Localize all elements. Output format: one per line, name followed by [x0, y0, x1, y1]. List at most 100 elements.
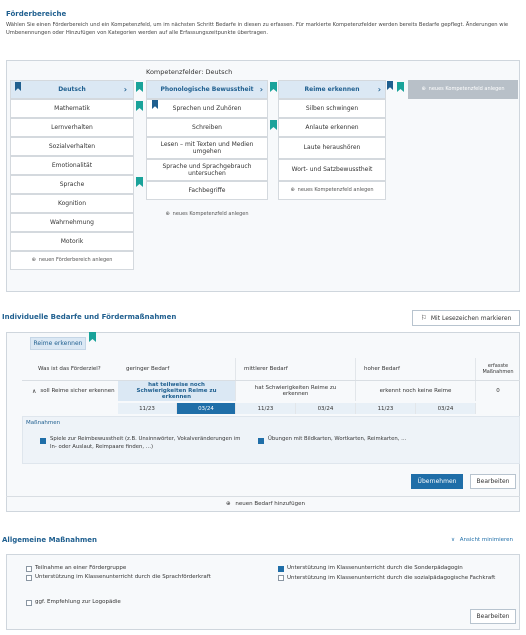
field-label: Phonologische Bewusstheit: [160, 85, 254, 93]
area-item-emotionalitaet[interactable]: Emotionalität: [10, 156, 134, 175]
edit-need-button[interactable]: Bearbeiten: [470, 474, 516, 489]
general-left-checkbox-2[interactable]: [26, 575, 32, 581]
add-need-divider: [6, 496, 520, 497]
area-label: Sprache: [59, 180, 85, 188]
col-goal-header: Was ist das Förderziel?: [38, 366, 101, 372]
measure2-checkbox[interactable]: [258, 438, 264, 444]
competence-caption: Kompetenzfelder: Deutsch: [146, 68, 233, 76]
measure1-checkbox[interactable]: [40, 438, 46, 444]
area-item-sozialverhalten[interactable]: Sozialverhalten: [10, 137, 134, 156]
add-skill-label: neues Kompetenzfeld anlegen: [297, 187, 374, 194]
area-item-wahrnehmung[interactable]: Wahrnehmung: [10, 213, 134, 232]
field-label: Sprechen und Zuhören: [172, 104, 242, 112]
date-cell[interactable]: 11/23: [118, 403, 177, 414]
skill-item-reime-erkennen[interactable]: Reime erkennen ›: [278, 80, 386, 99]
date-cell[interactable]: 03/24: [296, 403, 356, 414]
foerderbereiche-title: Förderbereiche: [6, 10, 67, 18]
date-cell[interactable]: 11/23: [236, 403, 296, 414]
general-left-checkbox-1[interactable]: [26, 566, 32, 572]
measure1-text: Spiele zur Reimbewusstheit (z.B. Unsinnw…: [50, 436, 241, 450]
area-item-lernverhalten[interactable]: Lernverhalten: [10, 118, 134, 137]
add-skill-button[interactable]: ⊕ neues Kompetenzfeld anlegen: [278, 181, 386, 200]
skill-label: Laute heraushören: [303, 144, 361, 152]
skill-label: Silben schwingen: [305, 104, 359, 112]
skill-item-anlaute[interactable]: Anlaute erkennen: [278, 118, 386, 137]
add-need-button[interactable]: ⊕ neuen Bedarf hinzufügen: [226, 501, 305, 507]
tag-reime-erkennen[interactable]: Reime erkennen: [30, 337, 86, 350]
general-left-label-2: Unterstützung im Klassenunterricht durch…: [35, 574, 211, 580]
field-item-phonologische-bewusstheit[interactable]: Phonologische Bewusstheit ›: [146, 80, 268, 99]
date-cell-selected[interactable]: 03/24: [177, 403, 236, 414]
high-need-cell[interactable]: erkennt noch keine Reime: [356, 381, 476, 401]
goal-text: soll Reime sicher erkennen: [40, 388, 115, 394]
field-item-fachbegriffe[interactable]: Fachbegriffe: [146, 181, 268, 200]
general-left-label-3: ggf. Empfehlung zur Logopädie: [35, 599, 121, 605]
low-need-cell[interactable]: hat teilweise noch Schwierigkeiten Reime…: [118, 381, 236, 401]
general-right-checkbox-2[interactable]: [278, 575, 284, 581]
edit-general-button[interactable]: Bearbeiten: [470, 609, 516, 624]
area-item-mathematik[interactable]: Mathematik: [10, 99, 134, 118]
col-low-header: geringer Bedarf: [118, 358, 236, 380]
plus-circle-icon: ⊕: [290, 187, 295, 194]
add-need-label: neuen Bedarf hinzufügen: [235, 501, 305, 507]
col-count-header: erfasste Maßnahmen: [482, 363, 514, 375]
date-cell[interactable]: 03/24: [416, 403, 476, 414]
foerderbereiche-intro: Wählen Sie einen Förderbereich und ein K…: [6, 22, 509, 36]
chevron-up-icon: ∧: [32, 387, 37, 395]
area-item-sprache[interactable]: Sprache: [10, 175, 134, 194]
chevron-down-icon: ∨: [451, 537, 456, 543]
general-right-label-2: Unterstützung im Klassenunterricht durch…: [287, 575, 496, 581]
plus-circle-icon: ⊕: [31, 257, 36, 264]
add-field-label: neues Kompetenzfeld anlegen: [172, 211, 249, 218]
field-label: Sprache und Sprachgebrauch untersuchen: [162, 162, 252, 178]
area-label: Sozialverhalten: [48, 142, 96, 150]
bedarfe-title: Individuelle Bedarfe und Fördermaßnahmen: [2, 313, 177, 321]
skill-label: Reime erkennen: [304, 85, 360, 93]
skill-item-silben[interactable]: Silben schwingen: [278, 99, 386, 118]
minimize-view-link[interactable]: ∨ Ansicht minimieren: [451, 537, 513, 543]
area-label: Lernverhalten: [51, 123, 93, 131]
count-cell: 0: [496, 388, 500, 394]
skill-item-laute[interactable]: Laute heraushören: [278, 137, 386, 159]
skill-item-wort-satz[interactable]: Wort- und Satzbewusstheit: [278, 159, 386, 181]
field-item-sprechen[interactable]: Sprechen und Zuhören: [146, 99, 268, 118]
plus-circle-icon: ⊕: [421, 86, 426, 93]
add-area-label: neuen Förderbereich anlegen: [38, 257, 113, 264]
measure2-text: Übungen mit Bildkarten, Wortkarten, Reim…: [268, 436, 407, 442]
plus-circle-icon: ⊕: [226, 501, 231, 507]
area-label: Mathematik: [54, 104, 90, 112]
bookmark-mark-button[interactable]: ⚐ Mit Lesezeichen markieren: [412, 310, 520, 326]
field-item-schreiben[interactable]: Schreiben: [146, 118, 268, 137]
mid-need-cell[interactable]: hat Schwierigkeiten Reime zu erkennen: [236, 381, 356, 401]
area-label: Wahrnehmung: [50, 218, 94, 226]
field-label: Lesen – mit Texten und Medien umgehen: [160, 140, 254, 156]
skill-label: Anlaute erkennen: [305, 123, 359, 131]
goal-cell[interactable]: ∧ soll Reime sicher erkennen: [28, 381, 118, 401]
area-item-motorik[interactable]: Motorik: [10, 232, 134, 251]
area-label: Emotionalität: [51, 161, 93, 169]
date-cell[interactable]: 11/23: [356, 403, 416, 414]
general-left-label-1: Teilnahme an einer Fördergruppe: [35, 565, 127, 571]
field-item-lesen[interactable]: Lesen – mit Texten und Medien umgehen: [146, 137, 268, 159]
add-area-button[interactable]: ⊕ neuen Förderbereich anlegen: [10, 251, 134, 270]
field-item-sprache[interactable]: Sprache und Sprachgebrauch untersuchen: [146, 159, 268, 181]
skill-label: Wort- und Satzbewusstheit: [291, 166, 373, 174]
area-label: Kognition: [57, 199, 87, 207]
chevron-right-icon: ›: [377, 85, 381, 94]
bookmark-outline-icon: ⚐: [420, 314, 427, 322]
field-label: Fachbegriffe: [188, 186, 226, 194]
area-item-kognition[interactable]: Kognition: [10, 194, 134, 213]
add-field-button[interactable]: ⊕ neues Kompetenzfeld anlegen: [146, 205, 268, 224]
area-label: Deutsch: [58, 85, 86, 93]
apply-button[interactable]: Übernehmen: [411, 474, 463, 489]
add-skill-right-button[interactable]: ⊕ neues Kompetenzfeld anlegen: [408, 80, 518, 99]
general-right-checkbox-1[interactable]: [278, 566, 284, 572]
minimize-view-label: Ansicht minimieren: [459, 537, 514, 543]
general-left-checkbox-3[interactable]: [26, 600, 32, 606]
bookmark-mark-label: Mit Lesezeichen markieren: [430, 314, 512, 322]
col-high-header: hoher Bedarf: [356, 358, 476, 380]
area-item-deutsch[interactable]: Deutsch ›: [10, 80, 134, 99]
area-label: Motorik: [60, 237, 84, 245]
chevron-right-icon: ›: [123, 85, 127, 94]
tag-label: Reime erkennen: [33, 340, 83, 347]
